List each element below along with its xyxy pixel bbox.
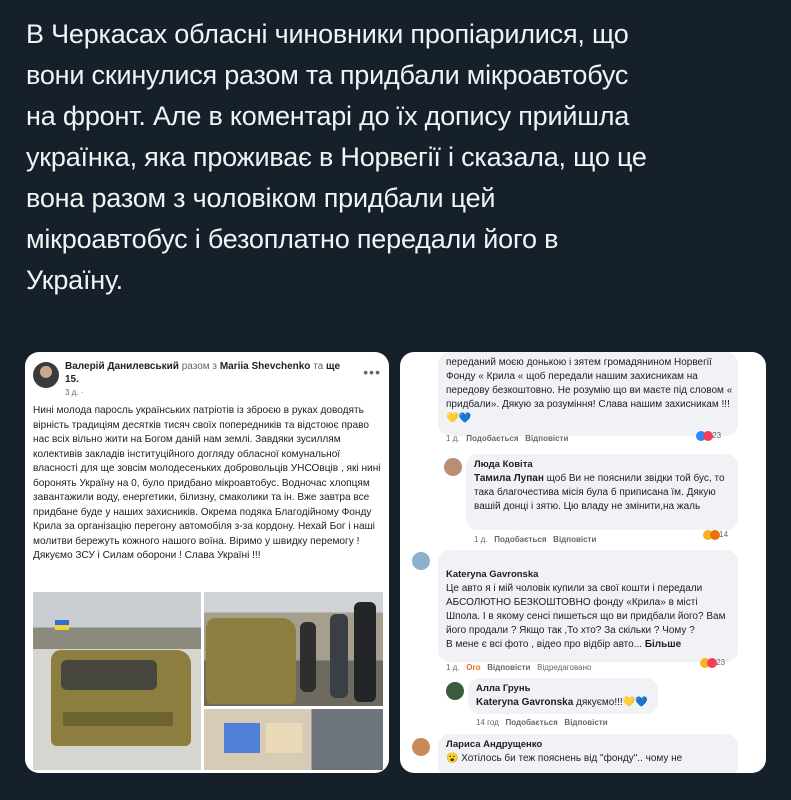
facebook-comments-screenshot: переданий моєю донькою і зятем громадяни… [400,352,766,773]
tagged-name: Mariia Shevchenko [219,361,311,372]
reply-button[interactable]: Відповісти [525,434,568,443]
commenter-avatar [444,458,462,476]
author-name: Валерій Данилевський [65,361,179,372]
comment-time: 1 д. [446,434,460,443]
commenter-name[interactable]: Люда Ковіта [474,458,734,472]
comment-body: Люда Ковіта Тамила Лупан щоб Ви не поясн… [474,458,734,514]
comment-time: 1 д. [446,663,460,672]
facebook-post-screenshot: Валерій Данилевський разом з Mariia Shev… [25,352,389,773]
post-time: 3 д. · [65,388,84,397]
comment-text: Це авто я і мій чоловік купили за свої к… [446,583,726,650]
photo-boxes [204,709,383,770]
reaction-count: 23 [696,431,721,441]
photo-van-front [33,592,201,770]
like-button[interactable]: Подобається [466,434,518,443]
like-button[interactable]: Подобається [505,718,557,727]
with-text: разом з [181,361,218,372]
flag-icon [55,620,69,630]
comment-mention[interactable]: Тамила Лупан [474,473,544,484]
comment-text: переданий моєю донькою і зятем громадяни… [446,357,733,424]
comment-body: Алла Грунь Kateryna Gavronska дякуємо!!!… [476,682,656,710]
commenter-name[interactable]: Лариса Андрущенко [446,738,734,752]
commenter-avatar [412,552,430,570]
comment-mention[interactable]: Kateryna Gavronska [476,697,573,708]
post-photos [33,592,383,770]
commenter-name[interactable]: Алла Грунь [476,682,656,696]
comment-actions: 14 год Подобається Відповісти [476,718,608,727]
comment-body: Kateryna Gavronska Це авто я і мій чолові… [446,554,734,652]
comment-actions: 1 д. Подобається Відповісти [446,434,568,443]
like-button[interactable]: Подобається [494,535,546,544]
author-avatar [33,362,59,388]
post-body: Нині молода паросль українських патріоті… [33,405,381,561]
more-options-icon: ••• [363,364,381,380]
reaction-count: 23 [700,658,725,668]
comment-text: 😮 Хотілось би теж пояснень від "фонду"..… [446,753,683,764]
post-header: Валерій Данилевський разом з Mariia Shev… [65,360,355,386]
reply-button[interactable]: Відповісти [553,535,596,544]
commenter-avatar [446,682,464,700]
commenter-name[interactable]: Kateryna Gavronska [446,568,734,582]
comment-text: дякуємо!!!💛💙 [573,697,648,708]
tweet-text: В Черкасах обласні чиновники пропіарилис… [26,19,647,295]
reply-button[interactable]: Відповісти [564,718,607,727]
commenter-avatar [412,738,430,756]
reaction-count: 14 [703,530,728,540]
photo-loading-van [204,592,383,706]
comment-time: 1 д. [474,535,488,544]
comment-time: 14 год [476,718,499,727]
edited-label: Відредаговано [537,663,592,672]
comment-actions: 1 д. Ого Відповісти Відредаговано [446,663,591,672]
see-more-link[interactable]: Більше [645,639,681,650]
wow-reaction-button[interactable]: Ого [466,663,480,672]
and-text: та [313,361,324,372]
comment-actions: 1 д. Подобається Відповісти [474,535,596,544]
comment-body: Лариса Андрущенко 😮 Хотілось би теж пояс… [446,738,734,766]
reply-button[interactable]: Відповісти [487,663,530,672]
